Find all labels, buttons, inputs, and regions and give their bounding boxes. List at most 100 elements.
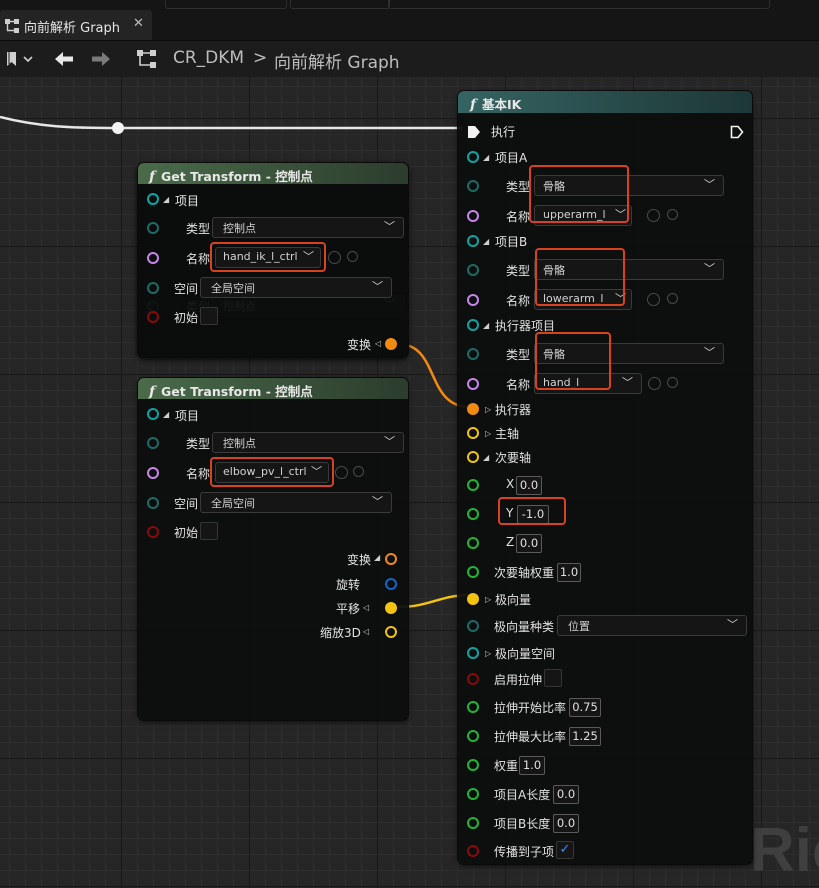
itemB-name-label: 名称	[506, 294, 531, 308]
itemA-name-pin[interactable]	[467, 210, 479, 222]
stretch-max-pin[interactable]	[467, 730, 479, 742]
reset-icon[interactable]	[647, 209, 660, 222]
propagate-pin[interactable]	[467, 845, 479, 857]
item-pin[interactable]	[147, 408, 159, 420]
close-icon[interactable]: ✕	[133, 16, 144, 31]
itemB-name-pin[interactable]	[467, 294, 479, 306]
graph-icon	[136, 49, 158, 69]
transform-pin[interactable]	[385, 553, 397, 565]
secondary-weight-pin[interactable]	[467, 566, 479, 578]
itemA-length-field[interactable]: 0.0	[553, 785, 579, 804]
get-transform-node-elbow[interactable]: f Get Transform - 控制点 ◢ 项目 类型 控制点 ﹀ 名称 elb…	[138, 378, 408, 720]
space-dropdown[interactable]: 全局空间 ﹀	[200, 277, 392, 298]
stretch-start-pin[interactable]	[467, 701, 479, 713]
effector-type-pin[interactable]	[467, 348, 479, 360]
z-value-field[interactable]: 0.0	[516, 534, 542, 553]
expand-triangle-icon[interactable]: ▷	[485, 429, 491, 438]
execute-in-pin[interactable]	[467, 124, 481, 143]
stretch-max-field[interactable]: 1.25	[569, 727, 601, 746]
collapse-triangle-icon[interactable]: ◢	[163, 195, 169, 204]
execute-out-pin[interactable]	[730, 124, 744, 143]
effector-name-pin[interactable]	[467, 378, 479, 390]
reset-icon[interactable]	[328, 251, 341, 264]
collapse-triangle-icon[interactable]: ◢	[374, 553, 380, 562]
itemA-length-pin[interactable]	[467, 788, 479, 800]
transform-pin[interactable]	[385, 338, 397, 350]
itemB-type-pin[interactable]	[467, 264, 479, 276]
itemB-length-pin[interactable]	[467, 817, 479, 829]
pole-space-pin[interactable]	[467, 647, 479, 659]
itemA-type-pin[interactable]	[467, 180, 479, 192]
initial-checkbox[interactable]	[200, 307, 218, 325]
basic-ik-node[interactable]: f 基本IK 执行 ◢ 项目A 类型 骨骼 ﹀ 名称 upperarm_l ﹀ ◢ 项…	[458, 91, 752, 864]
breadcrumb-root[interactable]: CR_DKM	[173, 48, 244, 68]
x-value-field[interactable]: 0.0	[516, 476, 542, 495]
rotation-pin[interactable]	[385, 578, 397, 590]
itemB-pin[interactable]	[467, 235, 479, 247]
collapse-triangle-icon[interactable]: ◢	[483, 153, 489, 162]
secondary-axis-pin[interactable]	[467, 451, 479, 463]
forward-arrow-icon[interactable]	[90, 49, 112, 69]
expand-triangle-icon[interactable]: ◁	[363, 627, 369, 636]
enable-stretch-pin[interactable]	[467, 673, 479, 685]
stretch-start-field[interactable]: 0.75	[569, 698, 601, 717]
scale-pin[interactable]	[385, 626, 397, 638]
collapse-triangle-icon[interactable]: ◢	[163, 410, 169, 419]
translation-pin[interactable]	[385, 602, 397, 614]
type-dropdown[interactable]: 控制点﹀	[212, 217, 404, 238]
itemA-length-label: 项目A长度	[494, 788, 551, 802]
weight-field[interactable]: 1.0	[519, 756, 545, 775]
pole-kind-pin[interactable]	[467, 620, 479, 632]
search-icon[interactable]	[667, 377, 678, 388]
x-pin[interactable]	[467, 479, 479, 491]
type-dropdown[interactable]: 控制点﹀	[212, 432, 404, 453]
space-dropdown[interactable]: 全局空间 ﹀	[200, 492, 392, 513]
effector-item-pin[interactable]	[467, 319, 479, 331]
initial-pin[interactable]	[147, 311, 159, 323]
y-pin[interactable]	[467, 508, 479, 520]
name-pin[interactable]	[147, 252, 159, 264]
back-arrow-icon[interactable]	[53, 49, 75, 69]
reset-icon[interactable]	[648, 377, 661, 390]
collapse-triangle-icon[interactable]: ◢	[483, 321, 489, 330]
bookmark-icon[interactable]	[5, 50, 35, 70]
pole-space-label: 极向量空间	[495, 647, 556, 661]
search-icon[interactable]	[347, 251, 358, 262]
primary-axis-pin[interactable]	[467, 427, 479, 439]
reset-icon[interactable]	[647, 293, 660, 306]
secondary-weight-field[interactable]: 1.0	[557, 563, 581, 582]
expand-triangle-icon[interactable]: ◁	[363, 603, 369, 612]
itemB-length-field[interactable]: 0.0	[553, 814, 579, 833]
type-pin[interactable]	[147, 222, 159, 234]
weight-pin[interactable]	[467, 759, 479, 771]
reset-icon[interactable]	[335, 466, 348, 479]
z-pin[interactable]	[467, 537, 479, 549]
initial-checkbox[interactable]	[200, 522, 218, 540]
type-pin[interactable]	[147, 437, 159, 449]
pole-vector-pin[interactable]	[467, 593, 479, 605]
graph-canvas[interactable]: Ric fGet Transform - 控制点 ◢ 项目 类型 控制点﹀ fG…	[0, 77, 819, 888]
effector-pin[interactable]	[467, 403, 479, 415]
collapse-triangle-icon[interactable]: ◢	[483, 453, 489, 462]
space-pin[interactable]	[147, 497, 159, 509]
search-icon[interactable]	[353, 466, 364, 477]
item-pin[interactable]	[147, 193, 159, 205]
name-pin[interactable]	[147, 467, 159, 479]
chevron-down-icon: ﹀	[704, 262, 715, 275]
expand-triangle-icon[interactable]: ◁	[375, 339, 381, 348]
search-icon[interactable]	[667, 293, 678, 304]
propagate-checkbox[interactable]: ✓	[556, 841, 574, 859]
collapse-triangle-icon[interactable]: ◢	[483, 237, 489, 246]
space-pin[interactable]	[147, 282, 159, 294]
itemA-pin[interactable]	[467, 151, 479, 163]
tab-graph[interactable]: 向前解析 Graph ✕	[0, 10, 152, 40]
search-icon[interactable]	[667, 209, 678, 220]
execute-label: 执行	[491, 125, 516, 139]
expand-triangle-icon[interactable]: ▷	[485, 649, 491, 658]
enable-stretch-checkbox[interactable]	[544, 669, 562, 687]
expand-triangle-icon[interactable]: ▷	[485, 405, 491, 414]
expand-triangle-icon[interactable]: ▷	[485, 595, 491, 604]
pole-kind-dropdown[interactable]: 位置 ﹀	[557, 615, 747, 636]
breadcrumb-graph[interactable]: 向前解析 Graph	[274, 48, 400, 73]
initial-pin[interactable]	[147, 526, 159, 538]
